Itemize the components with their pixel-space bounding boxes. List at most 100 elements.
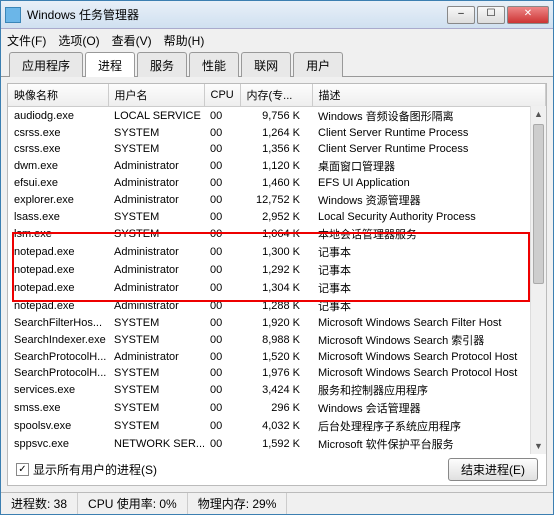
- table-row[interactable]: notepad.exeAdministrator001,300 K记事本: [8, 243, 546, 261]
- cell-desc: 记事本: [312, 279, 546, 297]
- cell-desc: 后台处理程序子系统应用程序: [312, 417, 546, 435]
- bottom-controls: ✓ 显示所有用户的进程(S) 结束进程(E): [8, 454, 546, 485]
- cell-mem: 1,264 K: [240, 125, 312, 141]
- table-row[interactable]: smss.exeSYSTEM00296 KWindows 会话管理器: [8, 399, 546, 417]
- cell-img: notepad.exe: [8, 261, 108, 279]
- menu-help[interactable]: 帮助(H): [164, 32, 205, 49]
- cell-mem: 1,300 K: [240, 243, 312, 261]
- scroll-down-arrow[interactable]: ▼: [531, 438, 546, 454]
- scroll-up-arrow[interactable]: ▲: [531, 106, 546, 122]
- menu-options[interactable]: 选项(O): [58, 32, 99, 49]
- tab-processes[interactable]: 进程: [85, 52, 135, 77]
- cell-cpu: 00: [204, 175, 240, 191]
- process-table: 映像名称 用户名 CPU 内存(专... 描述 audiodg.exeLOCAL…: [8, 84, 546, 454]
- table-header-row: 映像名称 用户名 CPU 内存(专... 描述: [8, 84, 546, 107]
- cell-user: Administrator: [108, 243, 204, 261]
- menu-view[interactable]: 查看(V): [112, 32, 152, 49]
- table-row[interactable]: sppsvc.exeNETWORK SER...001,592 KMicroso…: [8, 435, 546, 453]
- table-row[interactable]: lsass.exeSYSTEM002,952 KLocal Security A…: [8, 209, 546, 225]
- cell-desc: Microsoft Windows Search Protocol Host: [312, 349, 546, 365]
- col-image-name[interactable]: 映像名称: [8, 84, 108, 107]
- cell-cpu: 00: [204, 157, 240, 175]
- cell-img: spoolsv.exe: [8, 417, 108, 435]
- table-row[interactable]: notepad.exeAdministrator001,292 K记事本: [8, 261, 546, 279]
- table-row[interactable]: spoolsv.exeSYSTEM004,032 K后台处理程序子系统应用程序: [8, 417, 546, 435]
- cell-cpu: 00: [204, 225, 240, 243]
- cell-img: lsm.exe: [8, 225, 108, 243]
- cell-desc: Client Server Runtime Process: [312, 125, 546, 141]
- cell-desc: EFS UI Application: [312, 175, 546, 191]
- content-pane: 映像名称 用户名 CPU 内存(专... 描述 audiodg.exeLOCAL…: [7, 83, 547, 486]
- table-row[interactable]: SearchProtocolH...Administrator001,520 K…: [8, 349, 546, 365]
- table-row[interactable]: audiodg.exeLOCAL SERVICE009,756 KWindows…: [8, 107, 546, 126]
- status-physical-memory: 物理内存: 29%: [188, 493, 288, 514]
- table-row[interactable]: services.exeSYSTEM003,424 K服务和控制器应用程序: [8, 381, 546, 399]
- table-row[interactable]: efsui.exeAdministrator001,460 KEFS UI Ap…: [8, 175, 546, 191]
- cell-img: smss.exe: [8, 399, 108, 417]
- tab-users[interactable]: 用户: [293, 52, 343, 77]
- cell-mem: 3,424 K: [240, 381, 312, 399]
- cell-user: Administrator: [108, 279, 204, 297]
- minimize-button[interactable]: –: [447, 6, 475, 24]
- maximize-button[interactable]: ☐: [477, 6, 505, 24]
- process-table-wrap: 映像名称 用户名 CPU 内存(专... 描述 audiodg.exeLOCAL…: [8, 84, 546, 454]
- cell-mem: 1,304 K: [240, 279, 312, 297]
- cell-desc: Client Server Runtime Process: [312, 141, 546, 157]
- table-row[interactable]: csrss.exeSYSTEM001,264 KClient Server Ru…: [8, 125, 546, 141]
- table-row[interactable]: notepad.exeAdministrator001,304 K记事本: [8, 279, 546, 297]
- close-button[interactable]: ✕: [507, 6, 549, 24]
- table-row[interactable]: svchost.exeSYSTEM005,132 KWindows 服务主进程: [8, 453, 546, 454]
- cell-cpu: 00: [204, 141, 240, 157]
- cell-mem: 1,592 K: [240, 435, 312, 453]
- table-row[interactable]: dwm.exeAdministrator001,120 K桌面窗口管理器: [8, 157, 546, 175]
- menu-file[interactable]: 文件(F): [7, 32, 46, 49]
- cell-img: efsui.exe: [8, 175, 108, 191]
- cell-mem: 9,756 K: [240, 107, 312, 126]
- col-user-name[interactable]: 用户名: [108, 84, 204, 107]
- cell-user: SYSTEM: [108, 453, 204, 454]
- cell-cpu: 00: [204, 315, 240, 331]
- cell-mem: 4,032 K: [240, 417, 312, 435]
- table-row[interactable]: explorer.exeAdministrator0012,752 KWindo…: [8, 191, 546, 209]
- cell-mem: 1,292 K: [240, 261, 312, 279]
- cell-img: lsass.exe: [8, 209, 108, 225]
- cell-desc: Microsoft 软件保护平台服务: [312, 435, 546, 453]
- tab-applications[interactable]: 应用程序: [9, 52, 83, 77]
- table-row[interactable]: SearchIndexer.exeSYSTEM008,988 KMicrosof…: [8, 331, 546, 349]
- cell-img: explorer.exe: [8, 191, 108, 209]
- table-row[interactable]: notepad.exeAdministrator001,288 K记事本: [8, 297, 546, 315]
- cell-desc: Microsoft Windows Search Filter Host: [312, 315, 546, 331]
- cell-cpu: 00: [204, 453, 240, 454]
- cell-mem: 1,064 K: [240, 225, 312, 243]
- table-row[interactable]: SearchProtocolH...SYSTEM001,976 KMicroso…: [8, 365, 546, 381]
- cell-desc: 服务和控制器应用程序: [312, 381, 546, 399]
- cell-user: SYSTEM: [108, 399, 204, 417]
- cell-user: LOCAL SERVICE: [108, 107, 204, 126]
- scroll-thumb[interactable]: [533, 124, 544, 284]
- vertical-scrollbar[interactable]: ▲ ▼: [530, 106, 546, 454]
- tab-network[interactable]: 联网: [241, 52, 291, 77]
- show-all-users-checkbox[interactable]: ✓ 显示所有用户的进程(S): [16, 461, 157, 478]
- cell-desc: Microsoft Windows Search 索引器: [312, 331, 546, 349]
- cell-img: sppsvc.exe: [8, 435, 108, 453]
- table-row[interactable]: SearchFilterHos...SYSTEM001,920 KMicroso…: [8, 315, 546, 331]
- tab-services[interactable]: 服务: [137, 52, 187, 77]
- col-cpu[interactable]: CPU: [204, 84, 240, 107]
- cell-user: Administrator: [108, 349, 204, 365]
- cell-cpu: 00: [204, 381, 240, 399]
- table-row[interactable]: lsm.exeSYSTEM001,064 K本地会话管理器服务: [8, 225, 546, 243]
- col-memory[interactable]: 内存(专...: [240, 84, 312, 107]
- cell-desc: Local Security Authority Process: [312, 209, 546, 225]
- cell-desc: Windows 会话管理器: [312, 399, 546, 417]
- cell-img: SearchProtocolH...: [8, 365, 108, 381]
- cell-desc: Microsoft Windows Search Protocol Host: [312, 365, 546, 381]
- cell-user: SYSTEM: [108, 365, 204, 381]
- checkbox-icon: ✓: [16, 463, 29, 476]
- titlebar[interactable]: Windows 任务管理器 – ☐ ✕: [1, 1, 553, 29]
- table-row[interactable]: csrss.exeSYSTEM001,356 KClient Server Ru…: [8, 141, 546, 157]
- tab-performance[interactable]: 性能: [189, 52, 239, 77]
- end-process-button[interactable]: 结束进程(E): [448, 458, 538, 481]
- cell-mem: 1,120 K: [240, 157, 312, 175]
- col-description[interactable]: 描述: [312, 84, 546, 107]
- cell-img: SearchFilterHos...: [8, 315, 108, 331]
